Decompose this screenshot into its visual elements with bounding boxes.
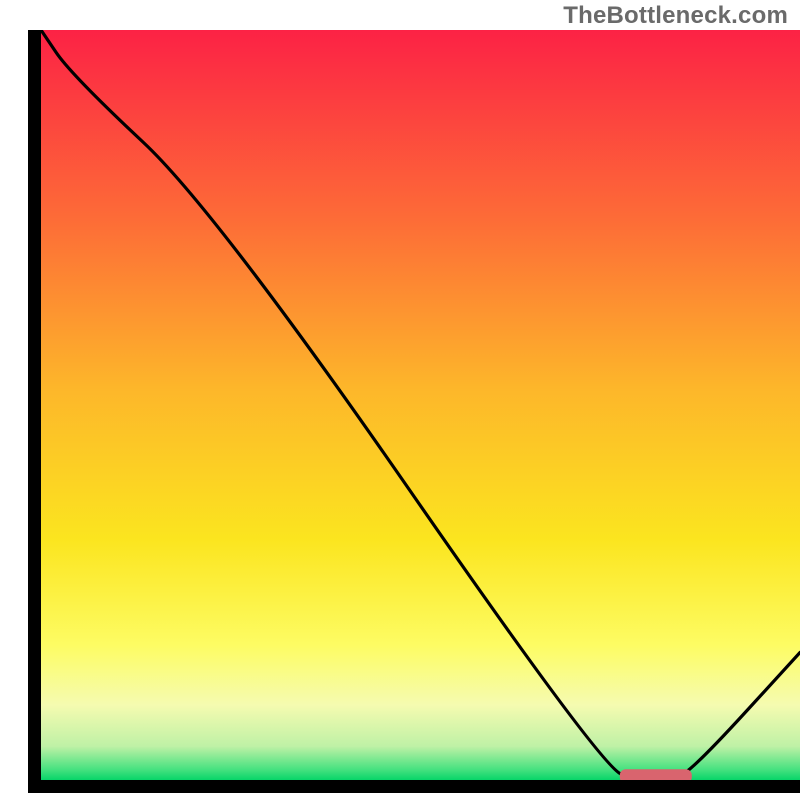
x-axis [28, 780, 800, 793]
watermark-label: TheBottleneck.com [563, 2, 788, 30]
plot-background [41, 30, 800, 780]
y-axis [28, 30, 41, 793]
chart-svg [0, 0, 800, 800]
bottleneck-chart: TheBottleneck.com [0, 0, 800, 800]
